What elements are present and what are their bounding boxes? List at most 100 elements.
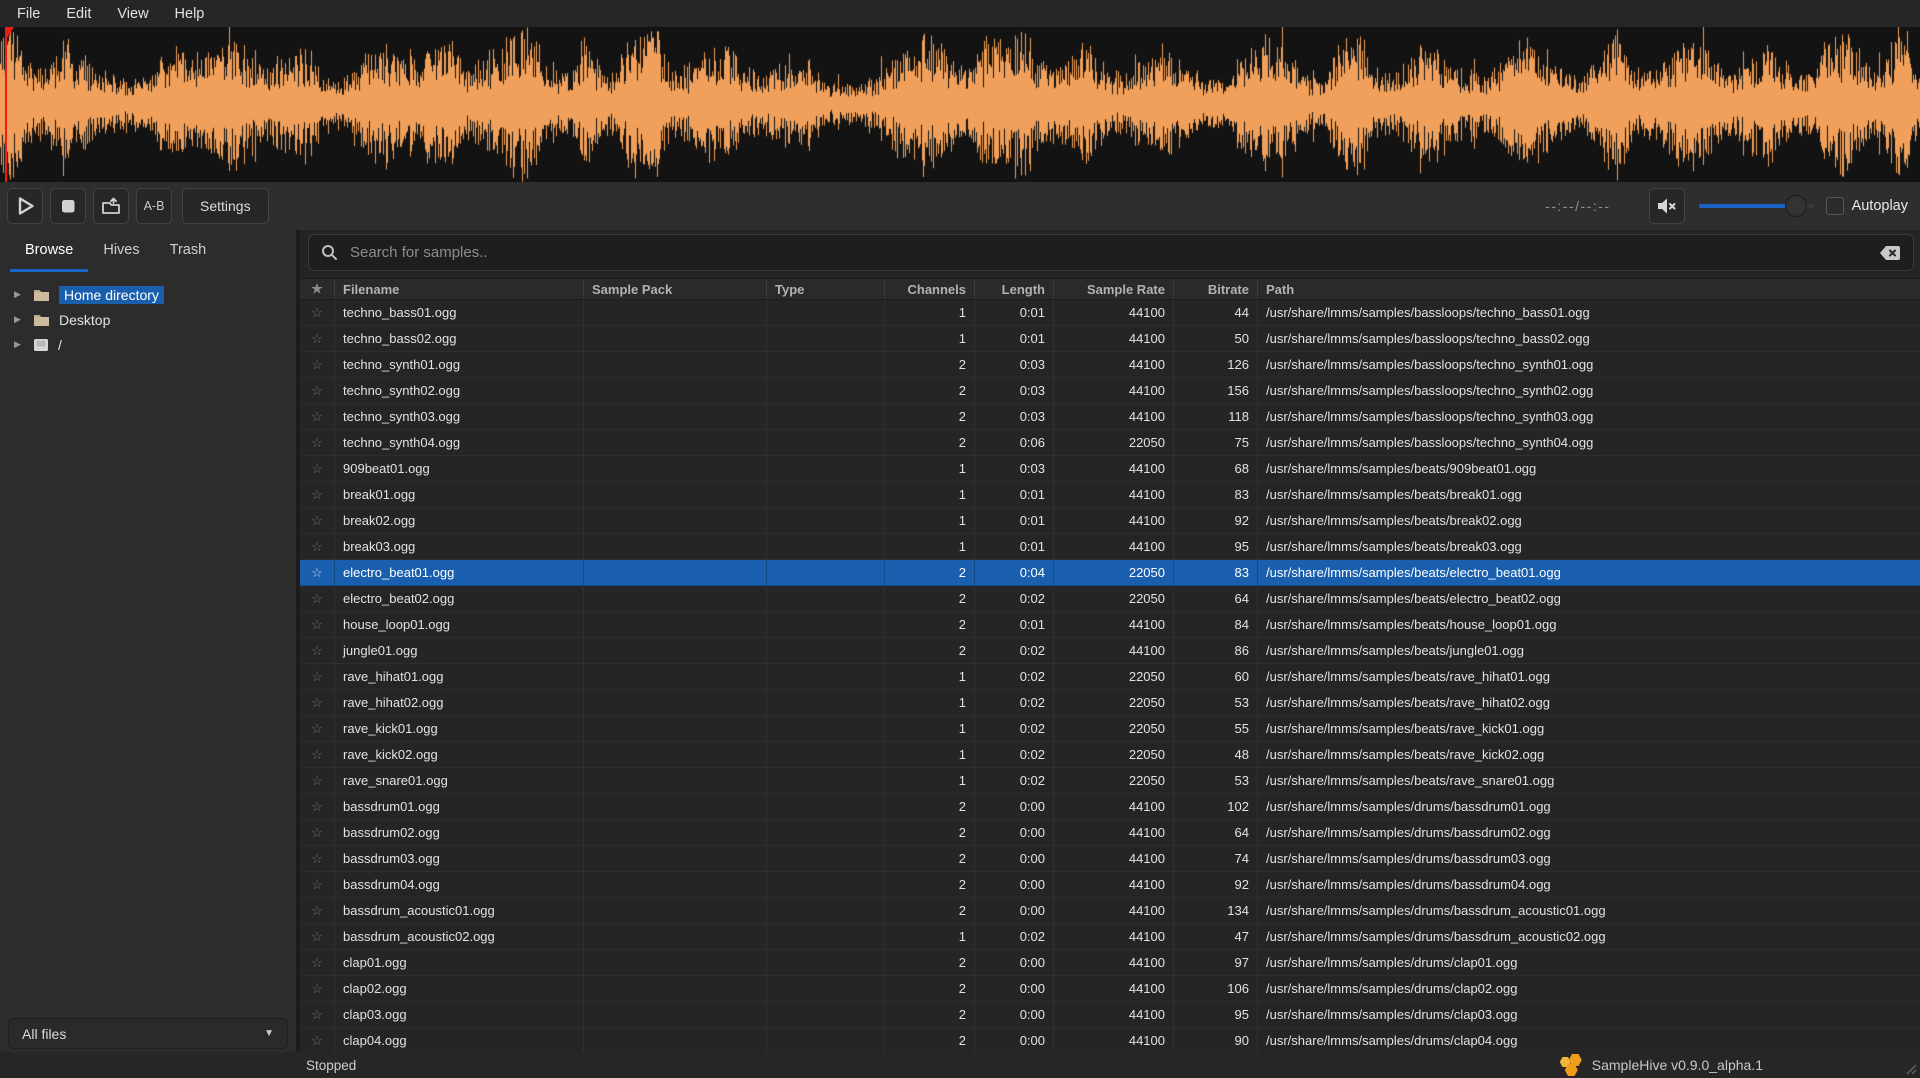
cell-bitrate: 83 (1174, 482, 1258, 507)
column-filename[interactable]: Filename (335, 279, 584, 299)
table-row[interactable]: ☆clap02.ogg20:0044100106/usr/share/lmms/… (300, 976, 1920, 1002)
play-button[interactable] (7, 188, 43, 224)
favorite-star-icon[interactable]: ☆ (300, 742, 335, 767)
column-channels[interactable]: Channels (885, 279, 975, 299)
waveform-canvas[interactable] (0, 27, 1920, 182)
column-path[interactable]: Path (1258, 279, 1920, 299)
table-row[interactable]: ☆bassdrum_acoustic02.ogg10:024410047/usr… (300, 924, 1920, 950)
table-row[interactable]: ☆rave_snare01.ogg10:022205053/usr/share/… (300, 768, 1920, 794)
expander-icon[interactable]: ▶ (14, 290, 24, 299)
favorite-star-icon[interactable]: ☆ (300, 872, 335, 897)
favorite-star-icon[interactable]: ☆ (300, 638, 335, 663)
expander-icon[interactable]: ▶ (14, 315, 24, 324)
playhead-line[interactable] (5, 27, 7, 182)
favorite-star-icon[interactable]: ☆ (300, 300, 335, 325)
table-row[interactable]: ☆electro_beat01.ogg20:042205083/usr/shar… (300, 560, 1920, 586)
favorite-star-icon[interactable]: ☆ (300, 612, 335, 637)
table-row[interactable]: ☆clap01.ogg20:004410097/usr/share/lmms/s… (300, 950, 1920, 976)
column-length[interactable]: Length (975, 279, 1054, 299)
cell-filename: clap03.ogg (335, 1002, 584, 1027)
table-row[interactable]: ☆break01.ogg10:014410083/usr/share/lmms/… (300, 482, 1920, 508)
table-row[interactable]: ☆break02.ogg10:014410092/usr/share/lmms/… (300, 508, 1920, 534)
favorite-star-icon[interactable]: ☆ (300, 976, 335, 1001)
column-favorite[interactable]: ★ (300, 279, 335, 299)
mute-button[interactable] (1649, 188, 1685, 224)
column-type[interactable]: Type (767, 279, 885, 299)
table-row[interactable]: ☆house_loop01.ogg20:014410084/usr/share/… (300, 612, 1920, 638)
favorite-star-icon[interactable]: ☆ (300, 846, 335, 871)
ab-loop-button[interactable]: A-B (136, 188, 172, 224)
favorite-star-icon[interactable]: ☆ (300, 924, 335, 949)
table-row[interactable]: ☆rave_hihat01.ogg10:022205060/usr/share/… (300, 664, 1920, 690)
autoplay-checkbox[interactable] (1826, 197, 1844, 215)
table-row[interactable]: ☆techno_synth04.ogg20:062205075/usr/shar… (300, 430, 1920, 456)
table-row[interactable]: ☆techno_bass01.ogg10:014410044/usr/share… (300, 300, 1920, 326)
favorite-star-icon[interactable]: ☆ (300, 378, 335, 403)
menu-edit[interactable]: Edit (53, 6, 104, 22)
favorite-star-icon[interactable]: ☆ (300, 1002, 335, 1027)
table-row[interactable]: ☆techno_synth03.ogg20:0344100118/usr/sha… (300, 404, 1920, 430)
favorite-star-icon[interactable]: ☆ (300, 716, 335, 741)
favorite-star-icon[interactable]: ☆ (300, 794, 335, 819)
favorite-star-icon[interactable]: ☆ (300, 820, 335, 845)
favorite-star-icon[interactable]: ☆ (300, 560, 335, 585)
favorite-star-icon[interactable]: ☆ (300, 456, 335, 481)
cell-path: /usr/share/lmms/samples/drums/bassdrum01… (1258, 794, 1920, 819)
favorite-star-icon[interactable]: ☆ (300, 586, 335, 611)
cell-bitrate: 118 (1174, 404, 1258, 429)
table-row[interactable]: ☆electro_beat02.ogg20:022205064/usr/shar… (300, 586, 1920, 612)
favorite-star-icon[interactable]: ☆ (300, 664, 335, 689)
stop-button[interactable] (50, 188, 86, 224)
tree-item-root[interactable]: ▶ / (0, 332, 296, 357)
cell-sample-rate: 44100 (1054, 456, 1174, 481)
column-sample-rate[interactable]: Sample Rate (1054, 279, 1174, 299)
search-input[interactable] (348, 243, 1879, 262)
favorite-star-icon[interactable]: ☆ (300, 508, 335, 533)
volume-slider-knob[interactable] (1785, 195, 1807, 217)
table-row[interactable]: ☆jungle01.ogg20:024410086/usr/share/lmms… (300, 638, 1920, 664)
table-row[interactable]: ☆bassdrum03.ogg20:004410074/usr/share/lm… (300, 846, 1920, 872)
column-bitrate[interactable]: Bitrate (1174, 279, 1258, 299)
favorite-star-icon[interactable]: ☆ (300, 482, 335, 507)
expander-icon[interactable]: ▶ (14, 340, 24, 349)
favorite-star-icon[interactable]: ☆ (300, 1028, 335, 1052)
resize-grip[interactable] (1903, 1061, 1918, 1076)
favorite-star-icon[interactable]: ☆ (300, 404, 335, 429)
table-row[interactable]: ☆clap03.ogg20:004410095/usr/share/lmms/s… (300, 1002, 1920, 1028)
favorite-star-icon[interactable]: ☆ (300, 352, 335, 377)
column-sample-pack[interactable]: Sample Pack (584, 279, 767, 299)
tab-trash[interactable]: Trash (155, 230, 222, 272)
table-row[interactable]: ☆techno_synth01.ogg20:0344100126/usr/sha… (300, 352, 1920, 378)
clear-search-icon[interactable] (1879, 245, 1901, 261)
table-row[interactable]: ☆bassdrum04.ogg20:004410092/usr/share/lm… (300, 872, 1920, 898)
favorite-star-icon[interactable]: ☆ (300, 950, 335, 975)
menu-file[interactable]: File (4, 6, 53, 22)
table-row[interactable]: ☆bassdrum01.ogg20:0044100102/usr/share/l… (300, 794, 1920, 820)
tab-hives[interactable]: Hives (88, 230, 154, 272)
favorite-star-icon[interactable]: ☆ (300, 898, 335, 923)
table-row[interactable]: ☆rave_kick02.ogg10:022205048/usr/share/l… (300, 742, 1920, 768)
volume-slider[interactable] (1699, 195, 1814, 217)
table-row[interactable]: ☆rave_kick01.ogg10:022205055/usr/share/l… (300, 716, 1920, 742)
tab-browse[interactable]: Browse (10, 230, 88, 272)
tree-item-home-directory[interactable]: ▶ Home directory (0, 282, 296, 307)
menu-help[interactable]: Help (162, 6, 218, 22)
settings-button[interactable]: Settings (182, 188, 269, 224)
menu-view[interactable]: View (104, 6, 161, 22)
favorite-star-icon[interactable]: ☆ (300, 768, 335, 793)
favorite-star-icon[interactable]: ☆ (300, 690, 335, 715)
table-row[interactable]: ☆break03.ogg10:014410095/usr/share/lmms/… (300, 534, 1920, 560)
file-filter-dropdown[interactable]: All files ▼ (8, 1018, 288, 1049)
tree-item-desktop[interactable]: ▶ Desktop (0, 307, 296, 332)
table-row[interactable]: ☆rave_hihat02.ogg10:022205053/usr/share/… (300, 690, 1920, 716)
table-row[interactable]: ☆909beat01.ogg10:034410068/usr/share/lmm… (300, 456, 1920, 482)
favorite-star-icon[interactable]: ☆ (300, 534, 335, 559)
loop-button[interactable] (93, 188, 129, 224)
table-row[interactable]: ☆techno_synth02.ogg20:0344100156/usr/sha… (300, 378, 1920, 404)
favorite-star-icon[interactable]: ☆ (300, 326, 335, 351)
table-row[interactable]: ☆techno_bass02.ogg10:014410050/usr/share… (300, 326, 1920, 352)
table-row[interactable]: ☆clap04.ogg20:004410090/usr/share/lmms/s… (300, 1028, 1920, 1052)
table-row[interactable]: ☆bassdrum02.ogg20:004410064/usr/share/lm… (300, 820, 1920, 846)
favorite-star-icon[interactable]: ☆ (300, 430, 335, 455)
table-row[interactable]: ☆bassdrum_acoustic01.ogg20:0044100134/us… (300, 898, 1920, 924)
